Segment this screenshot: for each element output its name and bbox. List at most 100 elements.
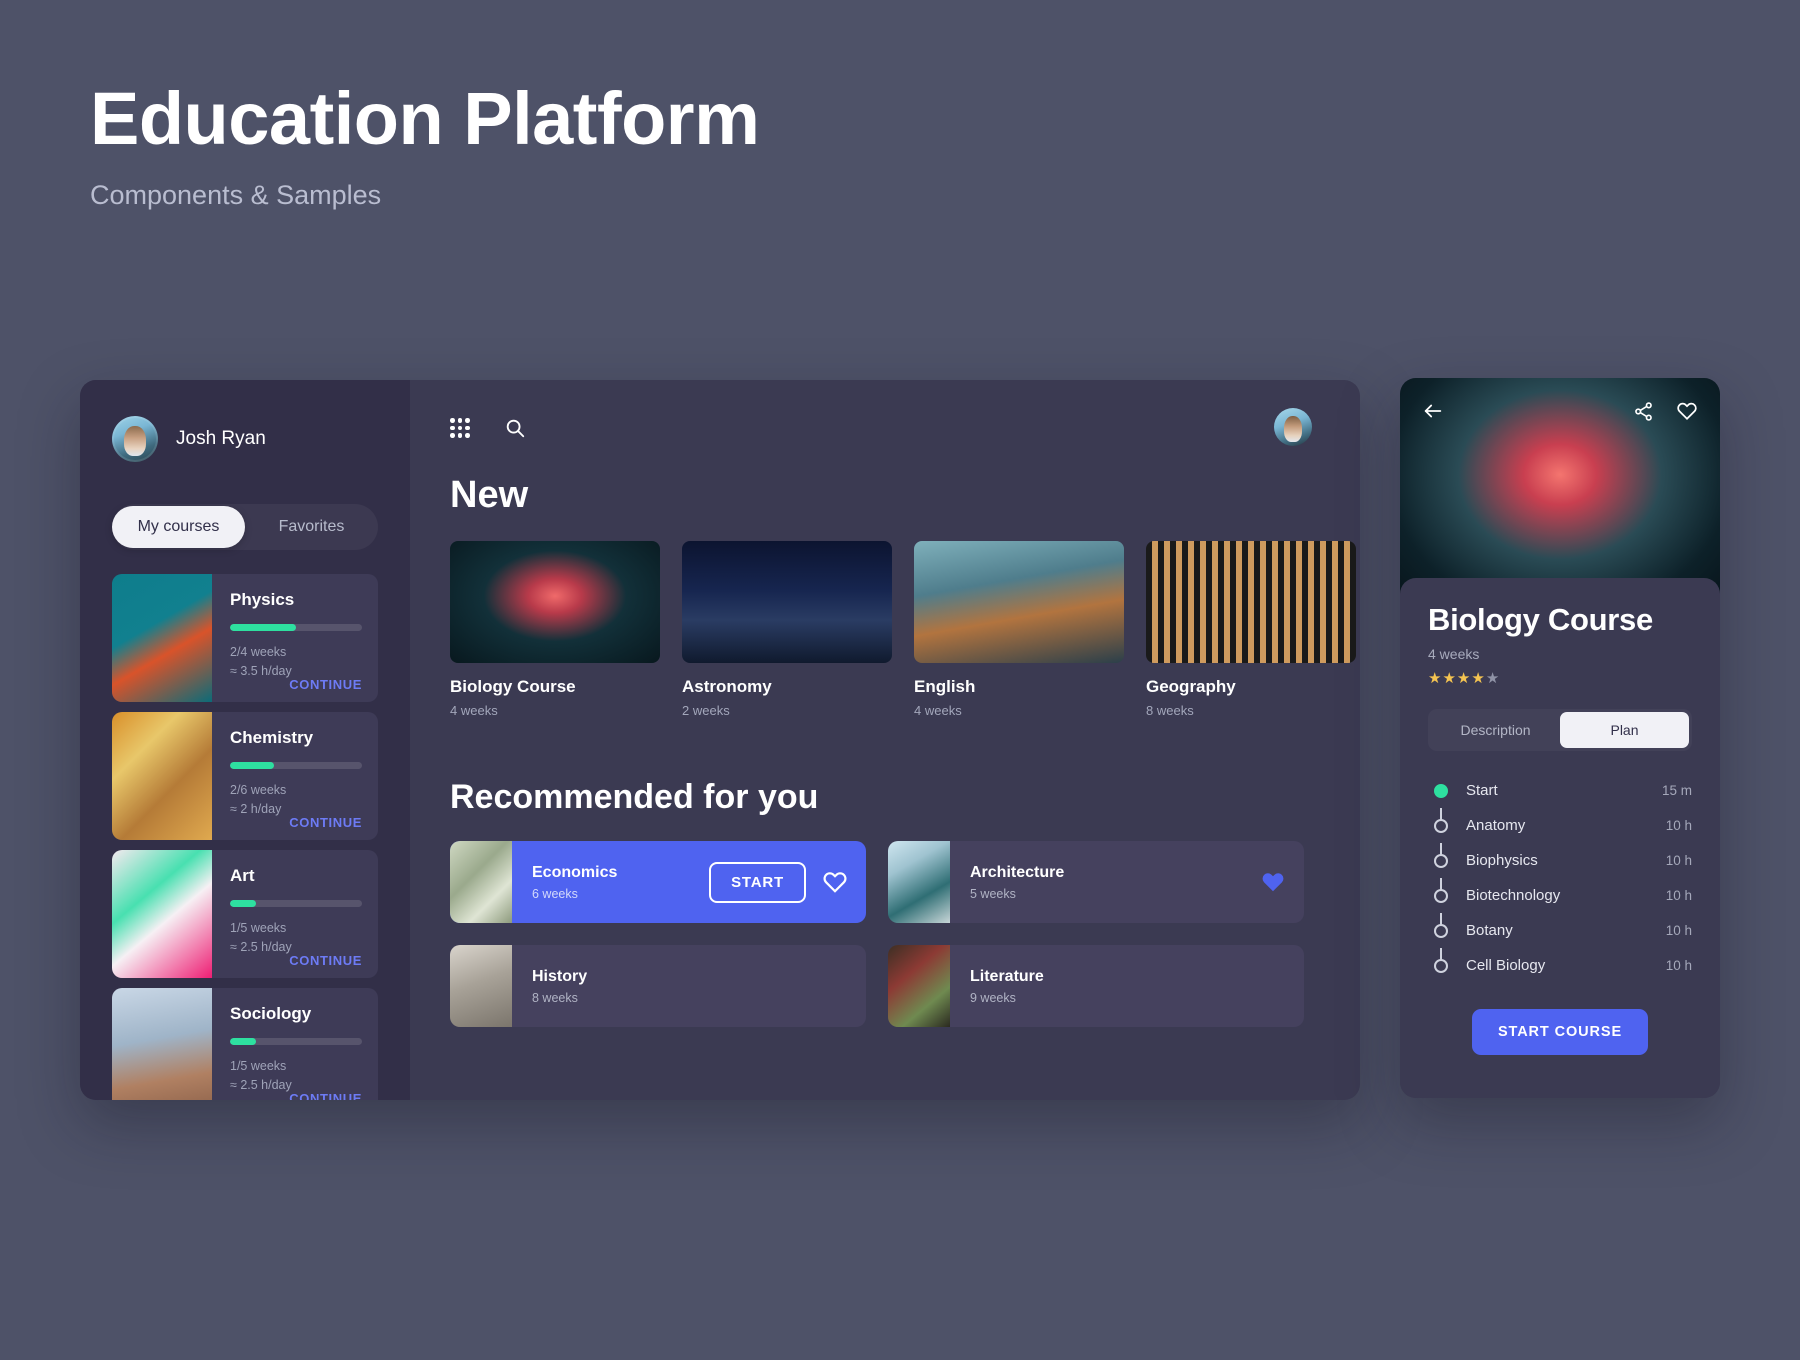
plan-step-duration: 10 h xyxy=(1666,818,1692,833)
course-name: Sociology xyxy=(230,1004,362,1024)
progress-fill xyxy=(230,762,274,769)
sidebar: Josh Ryan My courses Favorites Physics 2… xyxy=(80,380,410,1100)
plan-step-label: Anatomy xyxy=(1466,817,1666,834)
course-weeks: 2/4 weeks xyxy=(230,643,362,662)
course-title: Biology Course xyxy=(1428,602,1692,638)
recommended-title: Recommended for you xyxy=(450,778,1360,817)
sidebar-tab-switch: My courses Favorites xyxy=(112,504,378,550)
course-card[interactable]: Biology Course 4 weeks xyxy=(450,541,660,718)
continue-button[interactable]: CONTINUE xyxy=(289,815,362,830)
course-thumbnail xyxy=(450,541,660,663)
course-weeks: 4 weeks xyxy=(1428,646,1692,662)
course-weeks: 6 weeks xyxy=(532,887,709,901)
progress-bar xyxy=(230,1038,362,1045)
plan-step-dot xyxy=(1434,819,1448,833)
course-name: Astronomy xyxy=(682,677,892,697)
continue-button[interactable]: CONTINUE xyxy=(289,677,362,692)
course-meta: 1/5 weeks ≈ 2.5 h/day xyxy=(230,1057,362,1095)
detail-tab-switch: Description Plan xyxy=(1428,709,1692,751)
plan-step-label: Biotechnology xyxy=(1466,887,1666,904)
tab-plan[interactable]: Plan xyxy=(1560,712,1689,748)
list-item[interactable]: Botany 10 h xyxy=(1428,913,1692,948)
course-name: Physics xyxy=(230,590,362,610)
plan-step-dot-done xyxy=(1434,784,1448,798)
progress-bar xyxy=(230,624,362,631)
heart-icon-filled[interactable] xyxy=(1260,869,1286,895)
course-name: Architecture xyxy=(970,864,1260,882)
course-thumbnail xyxy=(112,988,212,1100)
course-thumbnail xyxy=(450,841,512,923)
course-card[interactable]: English 4 weeks xyxy=(914,541,1124,718)
progress-bar xyxy=(230,762,362,769)
heart-icon[interactable] xyxy=(1676,400,1698,422)
heart-icon[interactable] xyxy=(822,869,848,895)
progress-fill xyxy=(230,624,296,631)
new-courses-carousel: Biology Course 4 weeks Astronomy 2 weeks… xyxy=(450,541,1360,718)
plan-step-duration: 10 h xyxy=(1666,923,1692,938)
sidebar-course-list: Physics 2/4 weeks ≈ 3.5 h/day CONTINUE xyxy=(80,574,410,1100)
share-icon[interactable] xyxy=(1633,401,1654,422)
course-weeks: 8 weeks xyxy=(532,991,848,1005)
progress-fill xyxy=(230,900,256,907)
course-meta: 1/5 weeks ≈ 2.5 h/day xyxy=(230,919,362,957)
course-thumbnail xyxy=(682,541,892,663)
list-item[interactable]: Literature 9 weeks xyxy=(888,945,1304,1027)
plan-step-duration: 10 h xyxy=(1666,853,1692,868)
course-weeks: 8 weeks xyxy=(1146,703,1356,718)
rating-stars: ★★★★★ xyxy=(1428,669,1692,687)
main-toolbar xyxy=(450,408,1360,448)
desktop-app-window: Josh Ryan My courses Favorites Physics 2… xyxy=(80,380,1360,1100)
avatar[interactable] xyxy=(1274,408,1312,446)
course-thumbnail xyxy=(1146,541,1356,663)
search-icon[interactable] xyxy=(504,417,526,439)
continue-button[interactable]: CONTINUE xyxy=(289,1091,362,1100)
course-name: History xyxy=(532,968,848,986)
continue-button[interactable]: CONTINUE xyxy=(289,953,362,968)
list-item[interactable]: Physics 2/4 weeks ≈ 3.5 h/day CONTINUE xyxy=(112,574,378,702)
start-course-button[interactable]: START COURSE xyxy=(1472,1009,1648,1055)
plan-step-label: Cell Biology xyxy=(1466,957,1666,974)
tab-description[interactable]: Description xyxy=(1431,712,1560,748)
plan-step-duration: 10 h xyxy=(1666,888,1692,903)
avatar xyxy=(112,416,158,462)
course-meta: 2/4 weeks ≈ 3.5 h/day xyxy=(230,643,362,681)
user-profile-row[interactable]: Josh Ryan xyxy=(80,416,410,462)
course-weeks: 1/5 weeks xyxy=(230,1057,362,1076)
plan-step-label: Start xyxy=(1466,782,1662,799)
list-item[interactable]: Anatomy 10 h xyxy=(1428,808,1692,843)
course-name: Economics xyxy=(532,864,709,882)
page-title: New xyxy=(450,474,1360,517)
list-item[interactable]: Biotechnology 10 h xyxy=(1428,878,1692,913)
grid-icon[interactable] xyxy=(450,418,470,438)
plan-step-dot xyxy=(1434,959,1448,973)
plan-step-dot xyxy=(1434,924,1448,938)
list-item[interactable]: Chemistry 2/6 weeks ≈ 2 h/day CONTINUE xyxy=(112,712,378,840)
list-item[interactable]: Economics 6 weeks START xyxy=(450,841,866,923)
start-button[interactable]: START xyxy=(709,862,806,903)
course-thumbnail xyxy=(914,541,1124,663)
course-name: Literature xyxy=(970,968,1286,986)
course-card[interactable]: Geography 8 weeks xyxy=(1146,541,1356,718)
course-thumbnail xyxy=(888,841,950,923)
main-content: New Biology Course 4 weeks Astronomy 2 w… xyxy=(410,380,1360,1100)
course-detail-sheet: Biology Course 4 weeks ★★★★★ Description… xyxy=(1400,578,1720,1098)
page-header: Education Platform Components & Samples xyxy=(90,80,759,211)
course-thumbnail xyxy=(112,712,212,840)
list-item[interactable]: Architecture 5 weeks xyxy=(888,841,1304,923)
list-item[interactable]: Art 1/5 weeks ≈ 2.5 h/day CONTINUE xyxy=(112,850,378,978)
tab-favorites[interactable]: Favorites xyxy=(245,506,378,548)
course-weeks: 4 weeks xyxy=(914,703,1124,718)
list-item[interactable]: Biophysics 10 h xyxy=(1428,843,1692,878)
plan-step-dot xyxy=(1434,889,1448,903)
list-item[interactable]: Sociology 1/5 weeks ≈ 2.5 h/day CONTINUE xyxy=(112,988,378,1100)
tab-my-courses[interactable]: My courses xyxy=(112,506,245,548)
list-item[interactable]: Cell Biology 10 h xyxy=(1428,948,1692,983)
list-item[interactable]: Start 15 m xyxy=(1428,773,1692,808)
back-arrow-icon[interactable] xyxy=(1422,400,1444,422)
list-item[interactable]: History 8 weeks xyxy=(450,945,866,1027)
plan-step-label: Biophysics xyxy=(1466,852,1666,869)
progress-bar xyxy=(230,900,362,907)
course-weeks: 1/5 weeks xyxy=(230,919,362,938)
plan-step-dot xyxy=(1434,854,1448,868)
course-card[interactable]: Astronomy 2 weeks xyxy=(682,541,892,718)
